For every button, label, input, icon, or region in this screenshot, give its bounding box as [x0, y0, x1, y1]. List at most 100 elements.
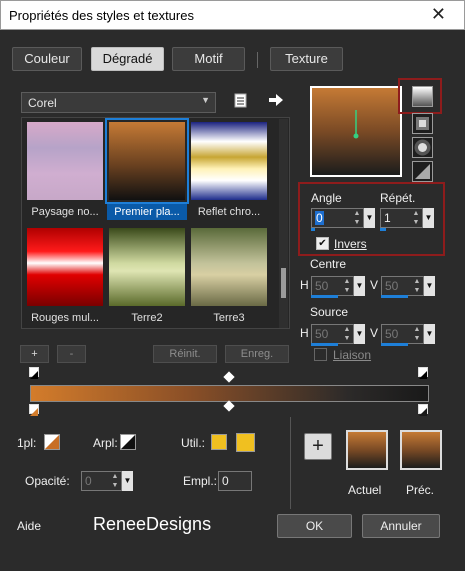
source-h-dropdown[interactable]: ▼ [354, 324, 365, 344]
library-select[interactable]: Corel ▼ [21, 92, 216, 113]
repeat-slider[interactable] [380, 228, 386, 231]
reset-button[interactable]: Réinit. [153, 345, 217, 363]
gallery-item[interactable]: Paysage no... [25, 120, 105, 218]
first-plane-label: 1pl: [17, 436, 37, 450]
source-h-input[interactable]: 50 ▲ ▼ [311, 324, 354, 344]
gallery-item-label: Terre3 [213, 312, 245, 324]
back-plane-swatch[interactable] [120, 434, 136, 450]
centre-h-dropdown[interactable]: ▼ [354, 276, 365, 296]
color-stop-right[interactable] [418, 404, 428, 416]
current-label: Actuel [348, 483, 382, 497]
source-v-label: V [370, 326, 379, 340]
invert-checkbox[interactable]: ✔ [316, 237, 329, 250]
opacity-label: Opacité: [25, 474, 70, 488]
link-checkbox[interactable] [314, 348, 327, 361]
source-v-value: 50 [385, 327, 399, 341]
gradient-thumbnail [191, 228, 267, 306]
spinner-arrows-icon[interactable]: ▲ ▼ [109, 472, 121, 490]
tab-texture[interactable]: Texture [270, 47, 343, 71]
gallery-item[interactable]: Terre3 [189, 226, 269, 324]
help-link[interactable]: Aide [17, 519, 41, 533]
source-v-input[interactable]: 50 ▲ ▼ [381, 324, 424, 344]
angle-slider[interactable] [311, 228, 315, 231]
previous-label: Préc. [406, 483, 435, 497]
opacity-stop-right[interactable] [418, 367, 428, 379]
centre-h-input[interactable]: 50 ▲ ▼ [311, 276, 354, 296]
angle-dropdown[interactable]: ▼ [364, 208, 375, 228]
source-h-slider[interactable] [311, 343, 338, 346]
sunburst-style-icon[interactable] [412, 137, 433, 158]
back-plane-label: Arpl: [93, 436, 118, 450]
radial-style-icon[interactable] [412, 161, 433, 182]
library-manager-icon[interactable] [233, 92, 249, 108]
brand-text: ReneeDesigns [93, 514, 212, 534]
previous-swatch[interactable] [400, 430, 442, 470]
gallery-item[interactable]: Reflet chro... [189, 120, 269, 218]
gradient-preview[interactable] [310, 86, 402, 177]
save-gradient-button[interactable]: Enreg. [225, 345, 289, 363]
close-icon[interactable]: ✕ [431, 4, 446, 25]
gradient-thumbnail [27, 228, 103, 306]
library-select-value: Corel [28, 96, 57, 110]
source-h-value: 50 [315, 327, 329, 341]
spinner-arrows-icon[interactable]: ▲ ▼ [411, 277, 423, 295]
linear-style-icon[interactable] [412, 86, 433, 107]
add-swatch-button[interactable]: + [304, 433, 332, 460]
repeat-label: Répét. [380, 191, 416, 205]
gallery-item[interactable]: Rouges mul... [25, 226, 105, 324]
vertical-divider [290, 417, 291, 509]
opacity-input[interactable]: 0 ▲ ▼ [81, 471, 122, 491]
window-title: Propriétés des styles et textures [9, 8, 194, 23]
color-midpoint[interactable] [223, 400, 235, 412]
gallery-item[interactable]: Terre2 [107, 226, 187, 324]
ok-button[interactable]: OK [277, 514, 352, 538]
spinner-arrows-icon[interactable]: ▲ ▼ [410, 209, 422, 227]
location-label: Empl.: [183, 474, 218, 488]
spinner-arrows-icon[interactable]: ▲ ▼ [411, 325, 423, 343]
spinner-arrows-icon[interactable]: ▲ ▼ [341, 277, 353, 295]
first-plane-swatch[interactable] [44, 434, 60, 450]
repeat-dropdown[interactable]: ▼ [423, 208, 434, 228]
angle-label: Angle [311, 191, 342, 205]
gallery-item[interactable]: Premier pla... [105, 118, 189, 220]
current-swatch[interactable] [346, 430, 388, 470]
gradient-thumbnail [191, 122, 267, 200]
source-v-dropdown[interactable]: ▼ [424, 324, 435, 344]
opacity-dropdown[interactable]: ▼ [122, 471, 133, 491]
rectangular-style-icon[interactable] [412, 113, 433, 134]
gradient-thumbnail [27, 122, 103, 200]
tab-motif[interactable]: Motif [172, 47, 245, 71]
title-bar: Propriétés des styles et textures ✕ [0, 0, 465, 30]
location-input[interactable]: 0 [218, 471, 252, 491]
angle-input[interactable]: 0 ▲ ▼ [311, 208, 364, 228]
user-color-label: Util.: [181, 436, 205, 450]
centre-h-slider[interactable] [311, 295, 338, 298]
angle-value: 0 [315, 211, 324, 225]
gradient-thumbnail [109, 122, 185, 200]
source-v-slider[interactable] [381, 343, 408, 346]
tab-degrade[interactable]: Dégradé [91, 47, 164, 71]
centre-v-slider[interactable] [381, 295, 408, 298]
add-stop-button[interactable]: + [20, 345, 49, 363]
user-color-swatch[interactable] [211, 434, 227, 450]
opacity-stop-left[interactable] [29, 367, 39, 379]
gallery-item-label: Rouges mul... [31, 312, 99, 324]
user-color-picker[interactable] [236, 433, 255, 452]
spinner-arrows-icon[interactable]: ▲ ▼ [351, 209, 363, 227]
gallery-scrollbar-thumb[interactable] [281, 268, 286, 298]
remove-stop-button[interactable]: - [57, 345, 86, 363]
tab-couleur[interactable]: Couleur [12, 47, 82, 71]
centre-v-input[interactable]: 50 ▲ ▼ [381, 276, 424, 296]
spinner-arrows-icon[interactable]: ▲ ▼ [341, 325, 353, 343]
centre-label: Centre [310, 257, 347, 271]
opacity-midpoint[interactable] [223, 371, 235, 383]
gradient-bar[interactable] [30, 385, 429, 402]
arrow-right-icon[interactable] [268, 93, 284, 107]
cancel-button[interactable]: Annuler [362, 514, 440, 538]
tab-separator [257, 52, 258, 68]
repeat-input[interactable]: 1 ▲ ▼ [380, 208, 423, 228]
repeat-value: 1 [384, 211, 391, 225]
source-h-label: H [300, 326, 309, 340]
centre-v-dropdown[interactable]: ▼ [424, 276, 435, 296]
color-stop-left[interactable] [29, 404, 39, 416]
